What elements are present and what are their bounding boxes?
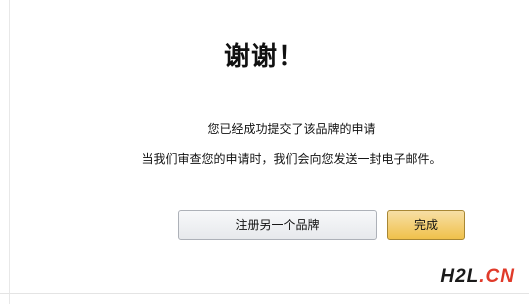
watermark-tld: CN [485,266,515,287]
watermark-main: H2L [440,266,480,287]
page-title: 谢谢！ [223,42,305,72]
email-notice-message: 当我们审查您的申请时，我们会向您发送一封电子邮件。 [141,152,442,166]
success-message: 您已经成功提交了该品牌的申请 [207,122,376,136]
watermark-logo: H2L.CN [440,266,515,290]
register-another-brand-button[interactable]: 注册另一个品牌 [178,210,377,240]
bottom-divider [0,293,529,294]
done-button[interactable]: 完成 [387,210,465,240]
